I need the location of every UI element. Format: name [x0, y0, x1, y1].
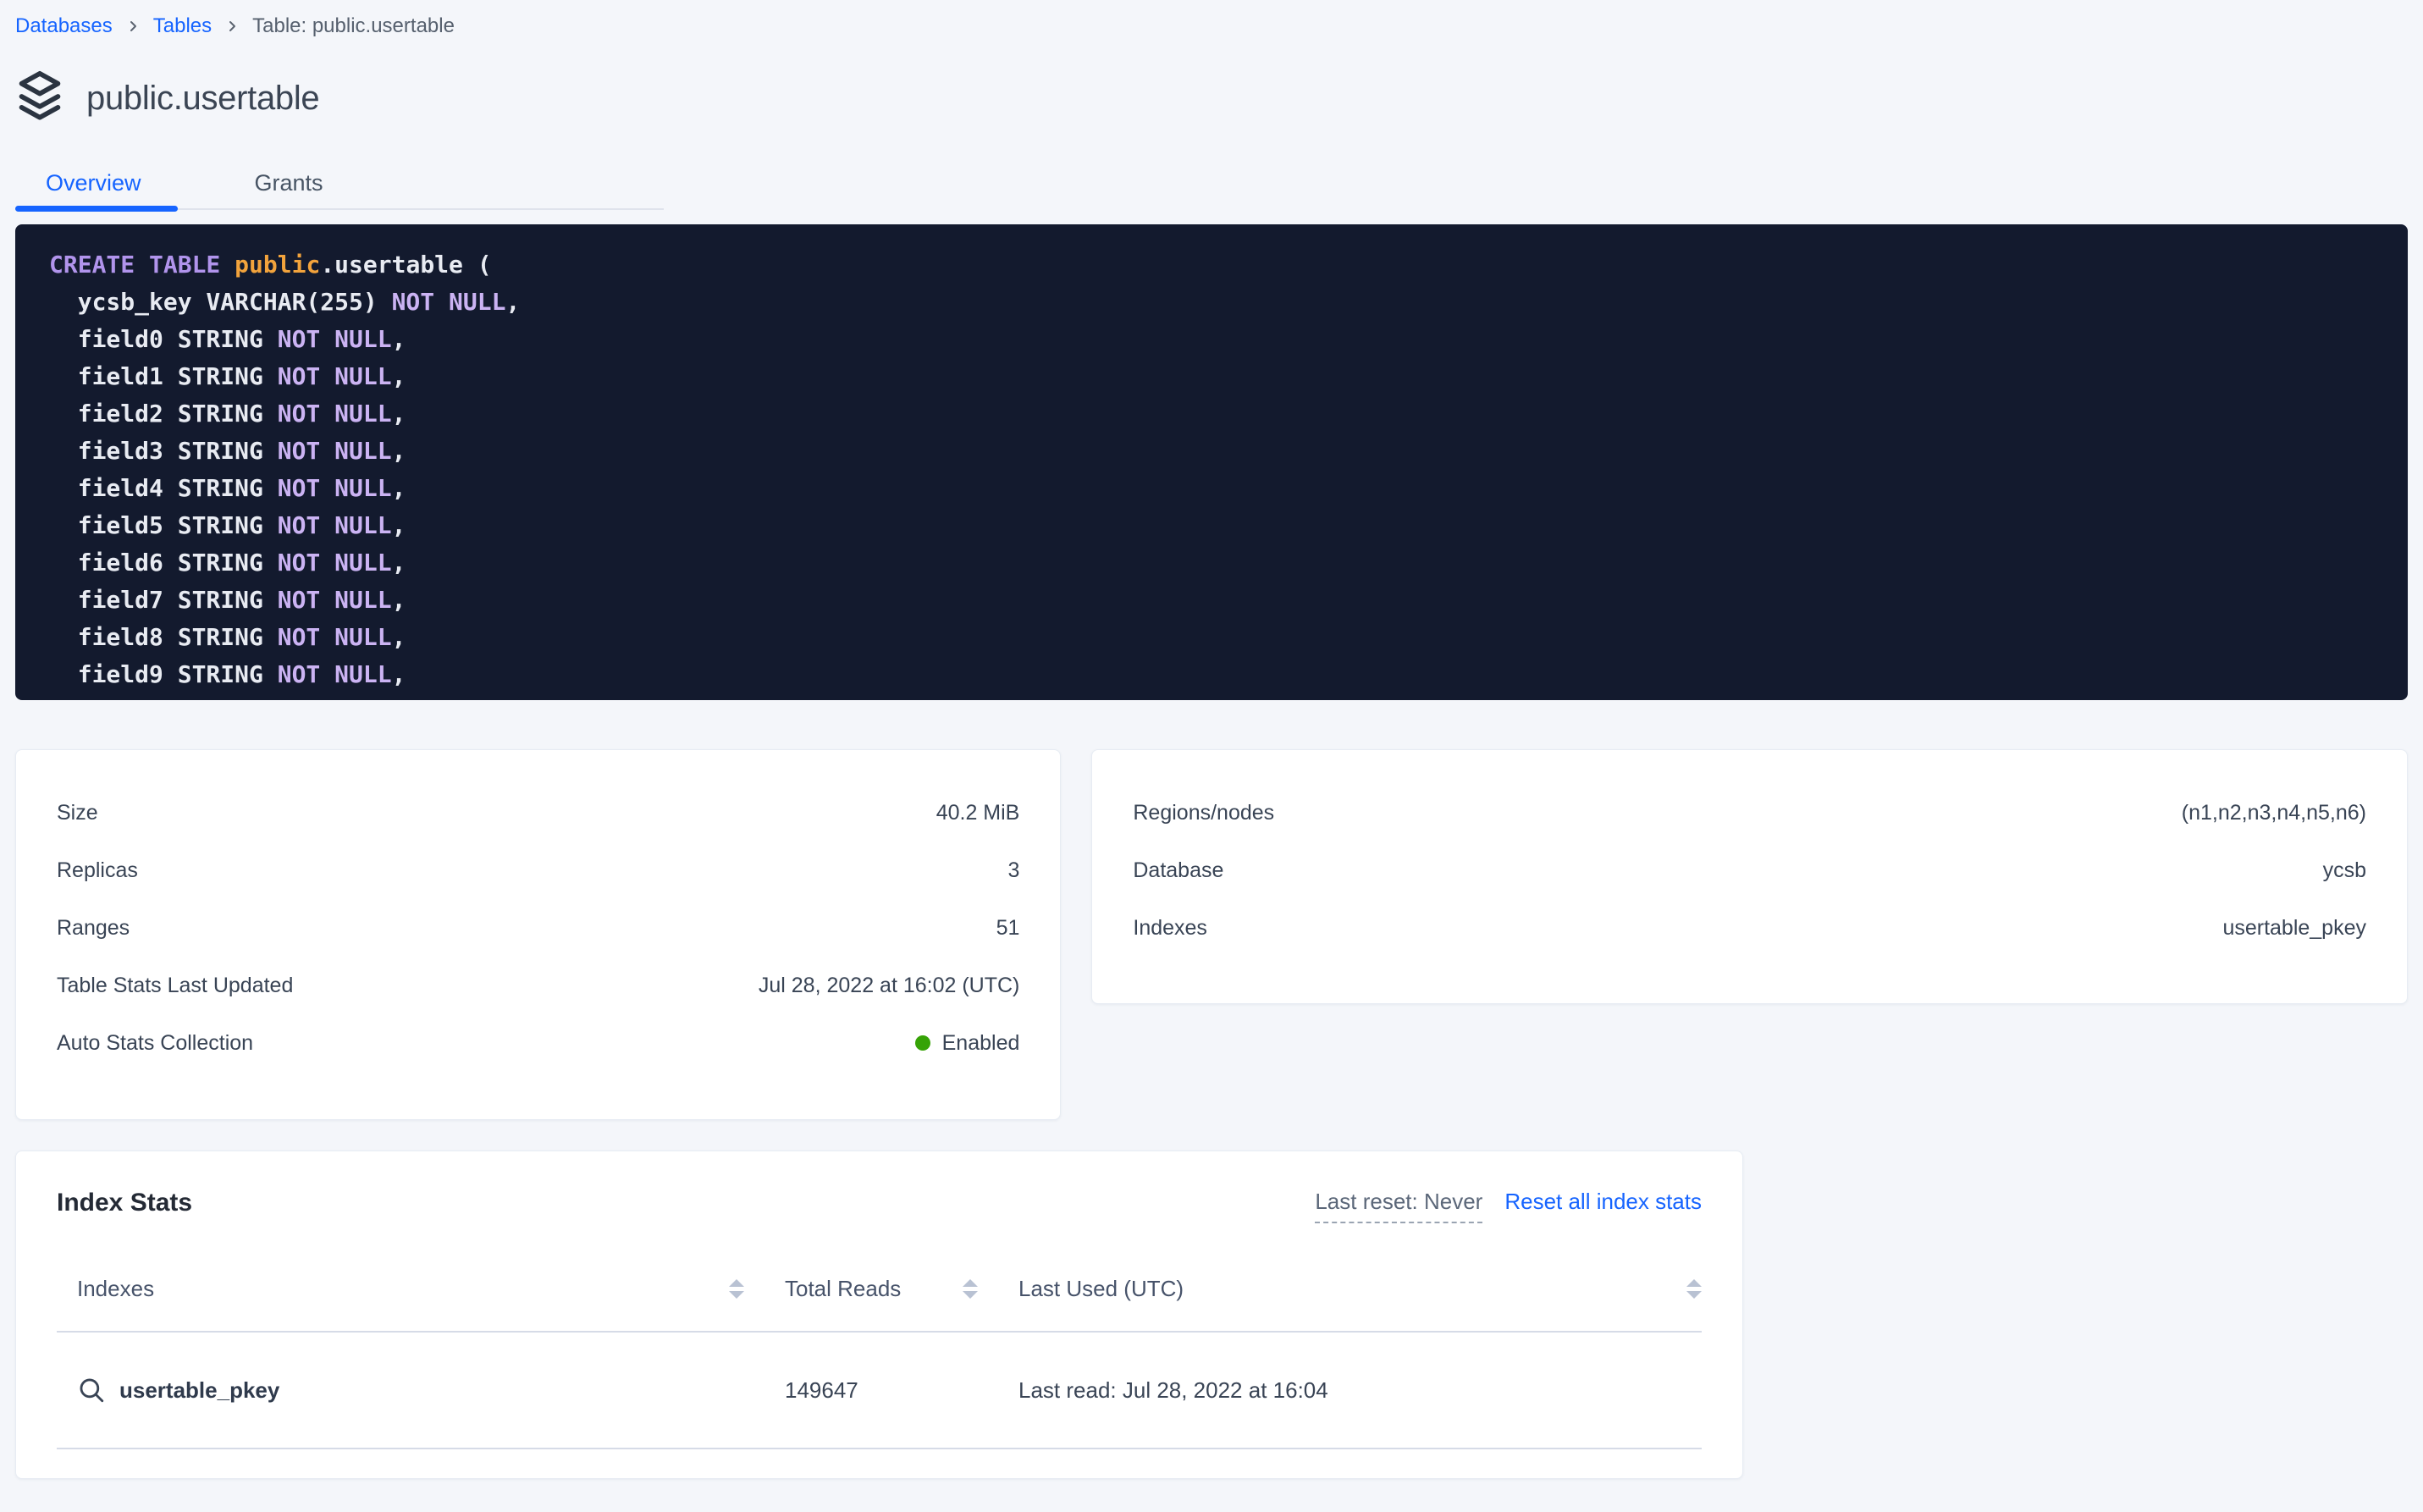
- status-text: Enabled: [942, 1031, 1020, 1056]
- tab-overview[interactable]: Overview: [15, 157, 172, 208]
- stat-label: Auto Stats Collection: [57, 1031, 253, 1056]
- stat-row-stats-updated: Table Stats Last Updated Jul 28, 2022 at…: [57, 957, 1019, 1014]
- stat-row-ranges: Ranges 51: [57, 899, 1019, 957]
- sort-icon[interactable]: [1686, 1279, 1702, 1299]
- page-title: public.usertable: [86, 80, 319, 118]
- last-reset-label[interactable]: Last reset: Never: [1315, 1189, 1482, 1223]
- column-label: Indexes: [77, 1276, 154, 1302]
- status-dot-icon: [915, 1035, 930, 1051]
- column-header-total-reads[interactable]: Total Reads: [744, 1276, 978, 1302]
- index-table-row: usertable_pkey 149647 Last read: Jul 28,…: [57, 1333, 1702, 1449]
- index-table-header: Indexes Total Reads Last Used (UTC): [57, 1276, 1702, 1333]
- tab-grants[interactable]: Grants: [224, 157, 354, 208]
- reset-index-stats-link[interactable]: Reset all index stats: [1504, 1189, 1702, 1215]
- stat-label: Replicas: [57, 858, 138, 883]
- stat-label: Indexes: [1133, 916, 1207, 941]
- total-reads-cell: 149647: [744, 1377, 978, 1404]
- stat-value: Jul 28, 2022 at 16:02 (UTC): [759, 974, 1020, 998]
- stat-value: 3: [1007, 858, 1019, 883]
- sort-icon[interactable]: [729, 1279, 744, 1299]
- stat-label: Database: [1133, 858, 1223, 883]
- index-stats-actions: Last reset: Never Reset all index stats: [1315, 1189, 1702, 1223]
- index-name-link[interactable]: usertable_pkey: [77, 1376, 279, 1404]
- chevron-right-icon: [126, 19, 140, 33]
- stat-value: 51: [996, 916, 1020, 941]
- table-details-page: Databases Tables Table: public.usertable…: [0, 0, 2423, 1479]
- index-name: usertable_pkey: [119, 1377, 279, 1404]
- sort-icon[interactable]: [963, 1279, 978, 1299]
- stat-row-replicas: Replicas 3: [57, 842, 1019, 899]
- create-table-sql-box: CREATE TABLE public.usertable ( ycsb_key…: [15, 224, 2408, 700]
- active-tab-indicator: [15, 206, 178, 212]
- stat-row-database: Database ycsb: [1133, 842, 2366, 899]
- total-reads-value: 149647: [785, 1377, 858, 1404]
- stat-row-size: Size 40.2 MiB: [57, 784, 1019, 842]
- page-title-row: public.usertable: [15, 68, 2408, 129]
- table-stack-icon: [15, 70, 64, 127]
- stat-label: Table Stats Last Updated: [57, 974, 293, 998]
- stat-row-indexes: Indexes usertable_pkey: [1133, 899, 2366, 957]
- column-header-last-used[interactable]: Last Used (UTC): [978, 1276, 1702, 1302]
- index-stats-card: Index Stats Last reset: Never Reset all …: [15, 1151, 1743, 1479]
- last-used-cell: Last read: Jul 28, 2022 at 16:04: [978, 1377, 1702, 1404]
- index-stats-title: Index Stats: [57, 1189, 192, 1217]
- stat-label: Ranges: [57, 916, 130, 941]
- summary-cards-row: Size 40.2 MiB Replicas 3 Ranges 51 Table…: [15, 749, 2408, 1120]
- stat-label: Regions/nodes: [1133, 801, 1274, 825]
- stat-value: ycsb: [2323, 858, 2366, 883]
- breadcrumb-current: Table: public.usertable: [252, 14, 455, 38]
- stat-label: Size: [57, 801, 98, 825]
- stat-row-regions: Regions/nodes (n1,n2,n3,n4,n5,n6): [1133, 784, 2366, 842]
- index-name-cell: usertable_pkey: [57, 1376, 744, 1404]
- tab-bar: Overview Grants: [15, 157, 664, 210]
- column-header-indexes[interactable]: Indexes: [57, 1276, 744, 1302]
- stat-value: usertable_pkey: [2222, 916, 2366, 941]
- last-used-value: Last read: Jul 28, 2022 at 16:04: [1018, 1377, 1328, 1404]
- column-label: Total Reads: [785, 1276, 901, 1302]
- index-stats-header: Index Stats Last reset: Never Reset all …: [57, 1189, 1702, 1223]
- stat-value: 40.2 MiB: [936, 801, 1020, 825]
- stat-row-auto-stats: Auto Stats Collection Enabled: [57, 1014, 1019, 1072]
- breadcrumb-tables-link[interactable]: Tables: [153, 14, 212, 38]
- table-stats-card: Size 40.2 MiB Replicas 3 Ranges 51 Table…: [15, 749, 1061, 1120]
- status-enabled: Enabled: [915, 1031, 1020, 1056]
- stat-value: (n1,n2,n3,n4,n5,n6): [2182, 801, 2366, 825]
- column-label: Last Used (UTC): [1018, 1276, 1184, 1302]
- sql-code: CREATE TABLE public.usertable ( ycsb_key…: [49, 246, 2382, 693]
- magnifier-icon: [77, 1376, 106, 1404]
- breadcrumb: Databases Tables Table: public.usertable: [15, 12, 2408, 41]
- breadcrumb-databases-link[interactable]: Databases: [15, 14, 113, 38]
- table-meta-card: Regions/nodes (n1,n2,n3,n4,n5,n6) Databa…: [1091, 749, 2408, 1004]
- chevron-right-icon: [225, 19, 239, 33]
